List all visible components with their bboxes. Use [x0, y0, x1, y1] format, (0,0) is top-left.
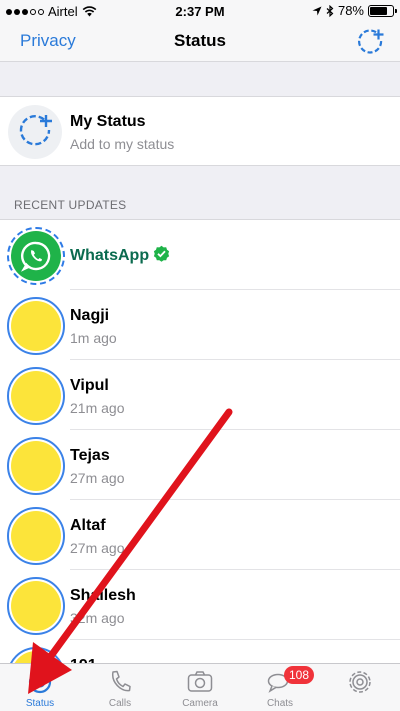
status-ring	[7, 367, 65, 425]
tab-chats[interactable]: 108 Chats	[240, 664, 320, 711]
status-row[interactable]: Altaf 27m ago	[0, 500, 400, 570]
navigation-bar: Privacy Status	[0, 22, 400, 62]
status-ring	[7, 647, 65, 663]
status-ring	[7, 507, 65, 565]
battery-percent: 78%	[337, 3, 364, 18]
tab-calls[interactable]: Calls	[80, 664, 160, 711]
status-time: 27m ago	[70, 540, 125, 556]
status-name: WhatsApp	[70, 245, 170, 265]
status-row-whatsapp[interactable]: WhatsApp	[0, 220, 400, 290]
unread-badge: 108	[284, 666, 315, 684]
tab-settings[interactable]	[320, 664, 400, 711]
whatsapp-logo-icon	[11, 231, 61, 281]
my-status-title: My Status	[70, 113, 146, 130]
status-time: 1m ago	[70, 330, 117, 346]
status-name: Nagji	[70, 307, 110, 324]
recent-updates-list: WhatsApp Nagji 1m ago Vipul 21m ago Teja…	[0, 219, 400, 663]
status-name: Vipul	[70, 377, 109, 394]
avatar	[11, 511, 61, 561]
avatar	[11, 301, 61, 351]
status-row[interactable]: Shailesh 32m ago	[0, 570, 400, 640]
battery-icon	[368, 4, 397, 17]
status-ring	[7, 437, 65, 495]
tab-label: Calls	[108, 698, 132, 709]
verified-badge-icon	[154, 245, 170, 262]
my-status-subtitle: Add to my status	[70, 136, 175, 152]
status-row[interactable]: Tejas 27m ago	[0, 430, 400, 500]
tab-camera[interactable]: Camera	[160, 664, 240, 711]
status-icon	[28, 670, 52, 694]
status-bar: Airtel 2:37 PM 78%	[0, 0, 400, 22]
location-icon	[312, 6, 322, 15]
avatar	[11, 651, 61, 663]
avatar	[11, 441, 61, 491]
my-status-avatar	[8, 105, 62, 159]
status-time: 21m ago	[70, 400, 125, 416]
page-title: Status	[174, 31, 226, 50]
tab-bar: Status Calls Camera 108 Chats	[0, 663, 400, 711]
section-header-recent: RECENT UPDATES	[14, 198, 127, 212]
status-ring	[7, 577, 65, 635]
avatar	[11, 581, 61, 631]
status-time: 27m ago	[70, 470, 125, 486]
status-icons: 78%	[312, 3, 397, 18]
tab-status[interactable]: Status	[0, 664, 80, 711]
status-name: Shailesh	[70, 587, 136, 604]
avatar	[11, 371, 61, 421]
tab-label: Status	[25, 698, 55, 709]
camera-icon	[187, 671, 213, 692]
status-row[interactable]: 191	[0, 640, 400, 663]
phone-icon	[112, 670, 131, 692]
gear-icon	[349, 671, 371, 693]
new-status-icon[interactable]	[354, 26, 386, 58]
my-status-row[interactable]: My Status Add to my status	[0, 96, 400, 166]
bluetooth-icon	[326, 4, 334, 17]
status-ring	[7, 227, 65, 285]
status-row[interactable]: Nagji 1m ago	[0, 290, 400, 360]
tab-label: Camera	[182, 698, 218, 709]
add-status-icon	[19, 115, 52, 146]
status-name: Tejas	[70, 447, 110, 464]
status-ring	[7, 297, 65, 355]
tab-label: Chats	[266, 698, 294, 709]
status-time: 32m ago	[70, 610, 125, 626]
status-name: Altaf	[70, 517, 106, 534]
status-row[interactable]: Vipul 21m ago	[0, 360, 400, 430]
